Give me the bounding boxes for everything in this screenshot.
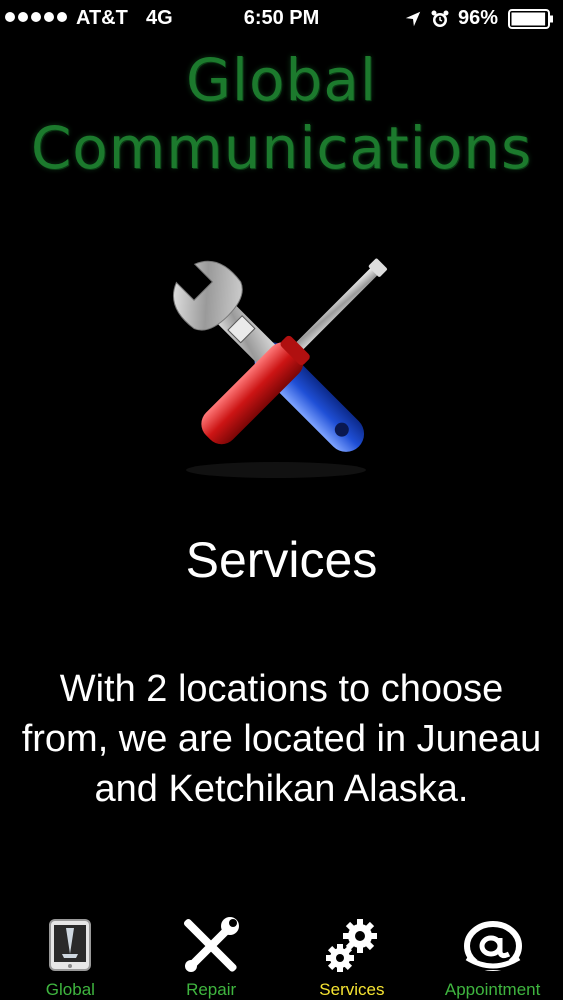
battery-icon (508, 9, 553, 29)
location-arrow-icon (405, 11, 421, 27)
tab-services[interactable]: Services (282, 908, 423, 1000)
gears-icon (325, 919, 377, 972)
tab-label: Repair (186, 980, 237, 999)
at-sign-icon (463, 921, 522, 971)
page-heading: Services (185, 532, 378, 588)
locations-description: With 2 locations to choose from, we are … (21, 668, 542, 810)
tab-label: Appointment (444, 980, 541, 999)
tablet-icon (49, 919, 92, 971)
alarm-icon (431, 10, 449, 27)
battery-percentage: 96% (458, 7, 499, 29)
tab-repair[interactable]: Repair (141, 908, 282, 1000)
app-screen: AT&T 4G 6:50 PM 96% Global Communication… (0, 0, 563, 1000)
tab-global[interactable]: Global (0, 908, 141, 1000)
status-bar: AT&T 4G 6:50 PM 96% (0, 0, 563, 40)
tab-appointment[interactable]: Appointment (422, 908, 563, 1000)
tools-icon (184, 917, 240, 972)
tab-bar: Global Repair Services Appointment (0, 908, 563, 1000)
app-title-line1: Global (185, 46, 378, 114)
app-title: Global Communications (0, 46, 563, 182)
tab-label: Global (45, 980, 95, 999)
app-title-line2: Communications (30, 114, 533, 182)
wrench-screwdriver-icon (172, 258, 387, 478)
tab-label: Services (319, 980, 385, 999)
